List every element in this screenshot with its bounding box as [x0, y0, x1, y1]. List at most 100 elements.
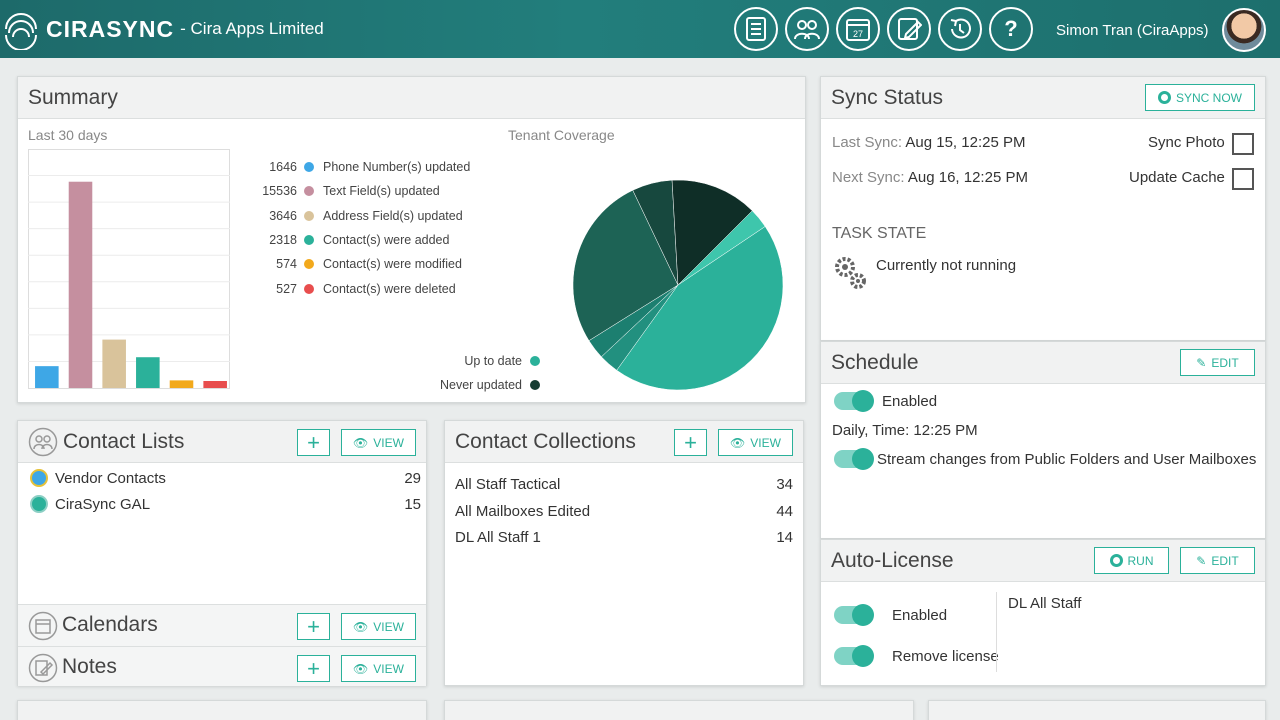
sync-status-card: Sync Status SYNC NOW Last Sync: Aug 15, …	[820, 76, 1266, 341]
cirasync-logo-icon	[5, 13, 37, 50]
auto-license-divider	[996, 592, 997, 672]
help-icon[interactable]: ?	[989, 7, 1033, 51]
legend-count: 527	[276, 281, 297, 296]
bottom-card-right	[928, 700, 1266, 720]
eye-icon: 👁	[353, 619, 369, 634]
brand-name: CIRASYNC	[46, 15, 175, 42]
legend-label: Contact(s) were modified	[323, 257, 462, 272]
list-item[interactable]: CiraSync GAL 15	[28, 494, 421, 520]
list-item[interactable]: All Staff Tactical 34	[455, 474, 793, 500]
contacts-icon[interactable]	[734, 7, 778, 51]
bar	[102, 339, 126, 388]
add-collection-button[interactable]: +	[674, 429, 707, 456]
list-item[interactable]: All Mailboxes Edited 44	[455, 501, 793, 527]
legend-item: 1646 Phone Number(s) updated	[243, 155, 493, 179]
add-note-button[interactable]: +	[297, 655, 330, 682]
summary-period: Last 30 days	[28, 127, 108, 143]
bar	[203, 381, 227, 388]
schedule-title: Schedule	[831, 350, 919, 374]
eye-icon: 👁	[353, 435, 369, 450]
update-cache-checkbox[interactable]	[1232, 168, 1254, 190]
auto-license-edit-button[interactable]: ✎ EDIT	[1180, 547, 1255, 574]
legend-label: Text Field(s) updated	[323, 184, 440, 199]
contacts-group-icon	[28, 427, 58, 456]
notes-title: Notes	[62, 655, 117, 678]
history-icon[interactable]	[938, 7, 982, 51]
bottom-card-left	[17, 700, 427, 720]
legend-count: 3646	[269, 208, 297, 223]
run-button[interactable]: RUN	[1094, 547, 1169, 574]
next-sync: Next Sync: Aug 16, 12:25 PM	[832, 169, 1028, 186]
remove-license-toggle[interactable]	[834, 645, 874, 667]
notes-section: Notes + 👁 VIEW	[18, 646, 426, 686]
update-cache-label: Update Cache	[1129, 169, 1225, 186]
auto-license-header: Auto-License RUN ✎ EDIT	[821, 540, 1265, 582]
never-updated-dot-icon	[530, 380, 540, 390]
legend-dot-icon	[304, 283, 314, 294]
schedule-enabled-toggle[interactable]	[834, 390, 874, 412]
gal-icon	[30, 495, 48, 513]
schedule-header: Schedule ✎ EDIT	[821, 342, 1265, 384]
legend-label: Phone Number(s) updated	[323, 160, 471, 175]
sync-status-title: Sync Status	[831, 85, 944, 109]
gears-icon	[835, 257, 866, 289]
legend-label: Address Field(s) updated	[323, 208, 463, 223]
bar	[68, 181, 93, 388]
up-to-date-dot-icon	[530, 356, 540, 366]
legend-label: Contact(s) were added	[323, 233, 450, 248]
task-state-value: Currently not running	[876, 257, 1017, 274]
coverage-legend: Up to date Never updated	[368, 349, 540, 397]
contact-lists-header: Contact Lists + 👁 VIEW	[18, 421, 426, 463]
add-contact-list-button[interactable]: +	[297, 429, 330, 456]
calendar-icon[interactable]: 27	[836, 7, 880, 51]
calendars-section: Calendars + 👁 VIEW	[18, 604, 426, 646]
summary-bar-chart	[28, 149, 230, 389]
view-calendars-button[interactable]: 👁 VIEW	[341, 613, 416, 640]
legend-item: 15536 Text Field(s) updated	[243, 179, 493, 203]
contact-collections-header: Contact Collections + 👁 VIEW	[445, 421, 803, 463]
auto-license-enabled-row: Enabled	[834, 604, 947, 626]
top-nav-icons: 27 ?	[734, 7, 1033, 51]
coverage-title: Tenant Coverage	[508, 127, 615, 143]
view-collections-button[interactable]: 👁 VIEW	[718, 429, 793, 456]
pencil-icon: ✎	[1196, 355, 1207, 370]
legend-count: 574	[276, 257, 297, 272]
sync-photo-label: Sync Photo	[1148, 134, 1225, 151]
brand[interactable]: CIRASYNC - Cira Apps Limited	[0, 8, 324, 50]
sync-now-button[interactable]: SYNC NOW	[1145, 84, 1255, 111]
legend-count: 2318	[269, 233, 297, 248]
legend-item: 574 Contact(s) were modified	[243, 252, 493, 276]
folder-icon	[30, 469, 48, 487]
bar-chart-frame	[28, 149, 230, 389]
pencil-icon: ✎	[1196, 553, 1207, 568]
eye-icon: 👁	[730, 435, 746, 450]
view-notes-button[interactable]: 👁 VIEW	[341, 655, 416, 682]
avatar[interactable]	[1222, 8, 1266, 52]
coverage-legend-never-updated: Never updated	[368, 373, 540, 397]
schedule-enabled-row: Enabled	[834, 390, 937, 412]
task-state-label: TASK STATE	[832, 225, 927, 242]
schedule-edit-button[interactable]: ✎ EDIT	[1180, 349, 1255, 376]
legend-item: 2318 Contact(s) were added	[243, 228, 493, 252]
sync-photo-checkbox[interactable]	[1232, 133, 1254, 155]
auto-license-card: Auto-License RUN ✎ EDIT Enabled Remove l…	[820, 539, 1266, 686]
legend-item: 3646 Address Field(s) updated	[243, 204, 493, 228]
groups-icon[interactable]	[785, 7, 829, 51]
bar	[35, 366, 59, 388]
contact-collections-title: Contact Collections	[455, 429, 636, 453]
summary-title: Summary	[28, 85, 118, 109]
add-calendar-button[interactable]: +	[297, 613, 330, 640]
list-item[interactable]: DL All Staff 1 14	[455, 527, 793, 553]
svg-text:27: 27	[853, 29, 863, 39]
notes-icon[interactable]	[887, 7, 931, 51]
view-contact-lists-button[interactable]: 👁 VIEW	[341, 429, 416, 456]
run-icon	[1109, 554, 1123, 567]
calendars-title: Calendars	[62, 613, 158, 636]
auto-license-enabled-toggle[interactable]	[834, 604, 874, 626]
stream-changes-toggle[interactable]	[834, 448, 874, 470]
list-item[interactable]: Vendor Contacts 29	[28, 468, 421, 494]
legend-dot-icon	[304, 162, 314, 173]
user-name[interactable]: Simon Tran (CiraApps)	[1056, 22, 1209, 39]
eye-icon: 👁	[353, 661, 369, 676]
legend-dot-icon	[304, 210, 314, 221]
